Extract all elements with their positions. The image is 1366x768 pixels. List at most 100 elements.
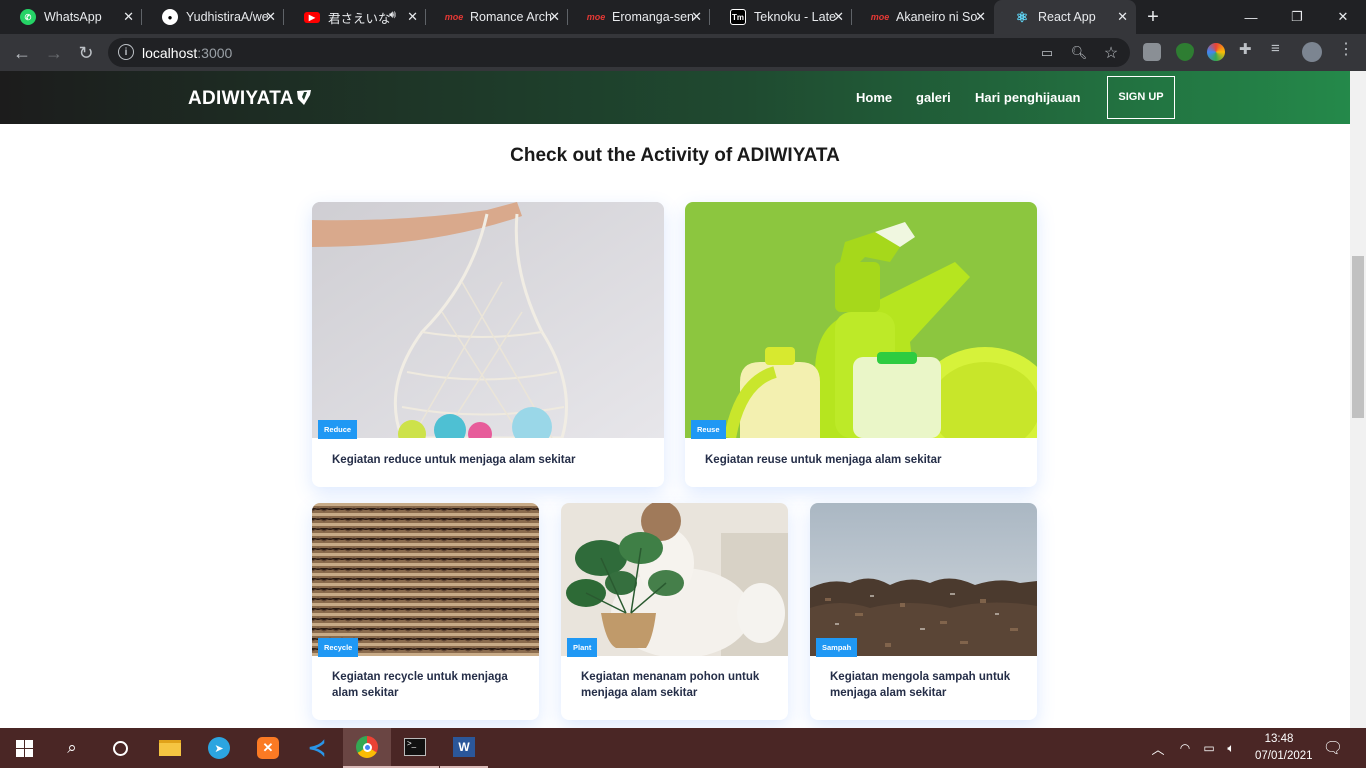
activity-card-recycle[interactable]: Recycle Kegiatan recycle untuk menjaga a… <box>312 503 539 720</box>
telegram-icon[interactable]: ➤ <box>195 728 243 768</box>
tab-title: YudhistiraA/web <box>186 10 268 24</box>
tab-eromanga[interactable]: moe Eromanga-sensei ✕ <box>568 0 710 34</box>
whatsapp-icon: ✆ <box>20 9 36 25</box>
close-window-button[interactable]: ✕ <box>1320 0 1366 34</box>
close-tab-icon[interactable]: ✕ <box>1117 9 1128 25</box>
back-icon[interactable]: ← <box>10 41 34 65</box>
activity-card-reuse[interactable]: Reuse Kegiatan reuse untuk menjaga alam … <box>685 202 1037 487</box>
typo3-logo-icon <box>297 90 311 105</box>
category-badge: Recycle <box>318 638 359 657</box>
tab-title: Akaneiro ni Some <box>896 10 978 24</box>
moe-icon: moe <box>444 12 464 22</box>
clock-time: 13:48 <box>1264 733 1294 745</box>
close-tab-icon[interactable]: ✕ <box>975 9 986 25</box>
vscode-icon[interactable]: ≺ <box>293 728 341 768</box>
web-page: ADIWIYATA Home galeri Hari penghijauan S… <box>0 71 1350 728</box>
card-caption: Kegiatan recycle untuk menjaga alam seki… <box>332 671 508 699</box>
tab-github[interactable]: ● YudhistiraA/web ✕ <box>142 0 284 34</box>
card-caption: Kegiatan reduce untuk menjaga alam sekit… <box>332 454 576 466</box>
browser-tab-strip: ✆ WhatsApp ✕ ● YudhistiraA/web ✕ ▶ 君さえいな… <box>0 0 1366 34</box>
tm-icon: Tm <box>730 9 746 25</box>
tab-title: Teknoku - Latest <box>754 10 836 24</box>
tab-romance-archive[interactable]: moe Romance Archive ✕ <box>426 0 568 34</box>
url-text[interactable]: localhost:3000 <box>142 45 232 61</box>
tab-whatsapp[interactable]: ✆ WhatsApp ✕ <box>0 0 142 34</box>
category-badge: Reduce <box>318 420 358 439</box>
page-heading: Check out the Activity of ADIWIYATA <box>510 145 840 166</box>
new-tab-button[interactable]: + <box>1136 0 1170 34</box>
info-icon[interactable]: i <box>118 44 134 60</box>
word-icon[interactable]: W <box>440 728 488 768</box>
windows-taskbar: ⌕ ➤ ✕ ≺ >_ W ︿ ◠ ▭ 🔈︎ 13:48 07/01/2021 🗨… <box>0 728 1366 768</box>
volume-icon[interactable]: 🔈︎ <box>1218 728 1244 768</box>
color-extension-icon[interactable] <box>1207 43 1225 61</box>
bookmark-star-icon[interactable]: ☆ <box>1100 42 1122 64</box>
close-tab-icon[interactable]: ✕ <box>123 9 134 25</box>
tab-youtube[interactable]: ▶ 君さえいなけれ 🔊︎ ✕ <box>284 0 426 34</box>
reuse-image <box>685 202 1037 438</box>
site-navbar: ADIWIYATA Home galeri Hari penghijauan S… <box>0 71 1350 124</box>
tab-akaneiro[interactable]: moe Akaneiro ni Some ✕ <box>852 0 994 34</box>
plant-image <box>561 503 788 656</box>
terminal-icon[interactable]: >_ <box>391 728 439 768</box>
close-tab-icon[interactable]: ✕ <box>549 9 560 25</box>
media-control-icon[interactable]: ≡ <box>1271 40 1289 58</box>
nav-hari-penghijauan[interactable]: Hari penghijauan <box>975 90 1080 105</box>
search-icon[interactable]: ⌕ <box>48 728 96 768</box>
tab-title: WhatsApp <box>44 10 102 24</box>
card-caption: Kegiatan menanam pohon untuk menjaga ala… <box>581 671 760 699</box>
shield-extension-icon[interactable] <box>1176 43 1194 61</box>
tab-title: Romance Archive <box>470 10 552 24</box>
notification-icon[interactable]: 🗨︎ <box>1310 728 1356 768</box>
close-tab-icon[interactable]: ✕ <box>407 9 418 25</box>
cast-icon[interactable]: ▭ <box>1036 42 1058 64</box>
chrome-taskbar-icon[interactable] <box>343 728 391 768</box>
moe-icon: moe <box>870 12 890 22</box>
system-clock[interactable]: 13:48 07/01/2021 <box>1255 731 1313 765</box>
react-icon: ⚛ <box>1015 8 1029 25</box>
card-caption: Kegiatan reuse untuk menjaga alam sekita… <box>705 454 942 466</box>
nav-galeri[interactable]: galeri <box>916 90 951 105</box>
speaker-icon[interactable]: 🔊︎ <box>389 9 396 22</box>
extension-icon[interactable] <box>1143 43 1161 61</box>
close-tab-icon[interactable]: ✕ <box>265 9 276 25</box>
tab-title: 君さえいなけれ <box>328 11 390 26</box>
puzzle-icon[interactable]: ✚ <box>1239 40 1257 58</box>
address-bar[interactable]: i localhost:3000 ▭ 🔍︎ ☆ <box>108 38 1130 67</box>
github-icon: ● <box>162 9 178 25</box>
sign-up-button[interactable]: SIGN UP <box>1107 76 1175 119</box>
category-badge: Sampah <box>816 638 858 657</box>
site-logo[interactable]: ADIWIYATA <box>188 88 294 110</box>
url-port: :3000 <box>197 45 233 61</box>
page-scrollbar[interactable] <box>1350 71 1366 728</box>
scrollbar-thumb[interactable] <box>1352 256 1364 418</box>
minimize-button[interactable]: — <box>1228 0 1274 34</box>
nav-home[interactable]: Home <box>856 90 892 105</box>
cortana-icon[interactable] <box>96 728 144 768</box>
reload-icon[interactable]: ↻ <box>74 41 98 65</box>
sampah-image <box>810 503 1037 656</box>
reduce-image <box>312 202 664 438</box>
windows-start-icon[interactable] <box>0 728 48 768</box>
tab-react-app[interactable]: ⚛ React App ✕ <box>994 0 1136 34</box>
activity-card-sampah[interactable]: Sampah Kegiatan mengola sampah untuk men… <box>810 503 1037 720</box>
wifi-icon[interactable]: ◠ <box>1172 728 1198 768</box>
zoom-icon[interactable]: 🔍︎ <box>1068 42 1090 64</box>
tab-teknoku[interactable]: Tm Teknoku - Latest ✕ <box>710 0 852 34</box>
forward-icon[interactable]: → <box>42 41 66 65</box>
restore-button[interactable]: ❐ <box>1274 0 1320 34</box>
close-tab-icon[interactable]: ✕ <box>691 9 702 25</box>
moe-icon: moe <box>586 12 606 22</box>
browser-toolbar: ← → ↻ i localhost:3000 ▭ 🔍︎ ☆ ✚ ≡ ⋮ <box>0 34 1366 71</box>
menu-icon[interactable]: ⋮ <box>1338 39 1356 58</box>
url-host: localhost <box>142 45 198 61</box>
close-tab-icon[interactable]: ✕ <box>833 9 844 25</box>
file-explorer-icon[interactable] <box>146 728 194 768</box>
card-caption: Kegiatan mengola sampah untuk menjaga al… <box>830 671 1011 699</box>
clock-date: 07/01/2021 <box>1255 750 1313 762</box>
xampp-icon[interactable]: ✕ <box>244 728 292 768</box>
activity-card-reduce[interactable]: Reduce Kegiatan reduce untuk menjaga ala… <box>312 202 664 487</box>
activity-card-plant[interactable]: Plant Kegiatan menanam pohon untuk menja… <box>561 503 788 720</box>
youtube-icon: ▶ <box>304 11 320 23</box>
profile-avatar[interactable] <box>1302 42 1322 62</box>
